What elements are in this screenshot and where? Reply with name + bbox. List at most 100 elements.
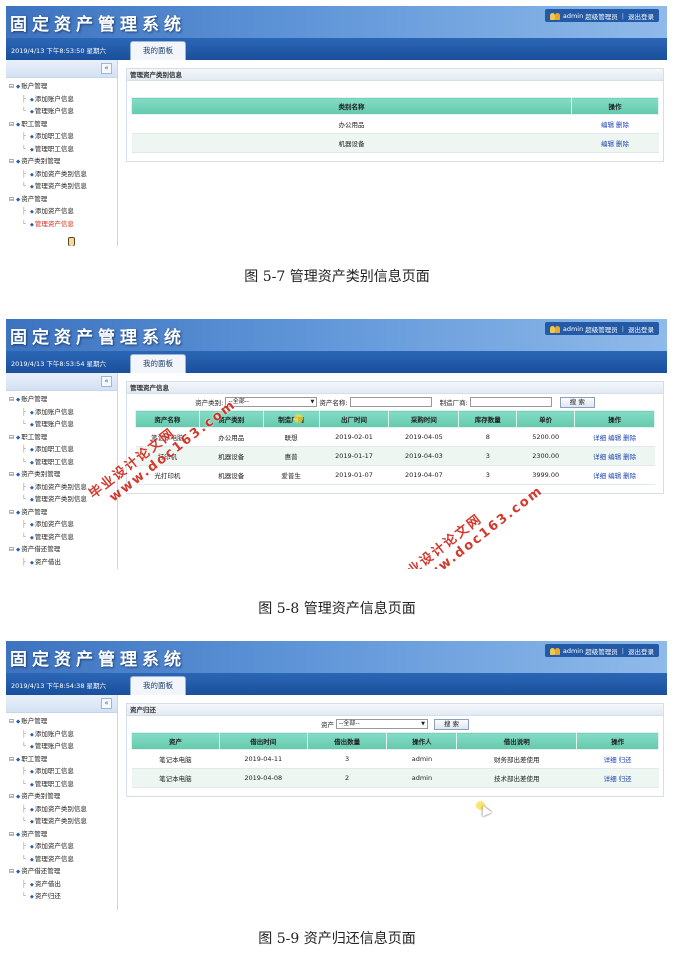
- sidebar-item[interactable]: ├ ◆资产借出: [6, 878, 117, 891]
- action-link[interactable]: 详细: [604, 756, 617, 764]
- collapse-icon[interactable]: «: [101, 63, 112, 74]
- edit-link[interactable]: 编辑: [601, 140, 614, 148]
- action-link[interactable]: 详细: [593, 453, 606, 461]
- system-title: 固定资产管理系统: [10, 15, 186, 35]
- name-input[interactable]: [349, 397, 432, 407]
- action-link[interactable]: 删除: [623, 434, 636, 442]
- diamond-icon: ◆: [30, 856, 34, 863]
- sidebar-item-label: 管理账户信息: [34, 107, 74, 115]
- asset-label: 资产: [320, 721, 334, 729]
- sidebar-tree: ⊟ ◆账户管理 ├ ◆添加账户信息 └ ◆管理账户信息 ⊟ ◆职工管理 ├ ◆添加职工信息 └ ◆管理…: [6, 713, 117, 903]
- category-select[interactable]: --全部-- ▼: [225, 397, 318, 407]
- table-cell: 2019-04-07: [388, 465, 459, 485]
- sidebar-item[interactable]: ├ ◆添加账户信息: [6, 406, 117, 419]
- sidebar-group[interactable]: ⊟ ◆账户管理: [6, 715, 117, 728]
- asset-select[interactable]: --全部-- ▼: [335, 719, 428, 729]
- user-name: admin: [562, 646, 584, 655]
- sidebar-item-label: 添加账户信息: [34, 407, 74, 416]
- sidebar-item[interactable]: └ ◆管理资产信息: [6, 853, 117, 866]
- delete-link[interactable]: 删除: [616, 121, 629, 129]
- sidebar: « ⊟ ◆账户管理 ├ ◆添加账户信息 └ ◆管理账户信息 ⊟ ◆职工管理 ├ ◆添加职工信息 └ ◆…: [6, 60, 118, 246]
- table-header: 借出数量: [306, 732, 388, 750]
- actions-cell: 详细 编辑 删除: [574, 446, 655, 466]
- diamond-icon: ◆: [16, 509, 21, 516]
- sidebar-item[interactable]: ├ ◆添加资产信息: [6, 518, 117, 531]
- sidebar-item[interactable]: └ ◆管理账户信息: [6, 740, 117, 753]
- sidebar-item-label: 管理资产类别信息: [34, 182, 87, 190]
- sidebar-group[interactable]: ⊟ ◆资产借还管理: [6, 865, 117, 878]
- tree-branch-icon: └: [22, 219, 26, 228]
- collapse-icon[interactable]: «: [101, 698, 112, 709]
- diamond-icon: ◆: [30, 497, 34, 503]
- tab-my-panel[interactable]: 我的面板: [130, 676, 186, 695]
- sidebar-item[interactable]: ├ ◆添加资产类别信息: [6, 803, 117, 816]
- sidebar-item[interactable]: └◆资产归还: [6, 890, 117, 903]
- action-link[interactable]: 归还: [619, 756, 632, 764]
- action-link[interactable]: 归还: [619, 775, 632, 783]
- action-link[interactable]: 编辑: [608, 453, 621, 461]
- edit-link[interactable]: 编辑: [601, 121, 614, 129]
- collapse-icon[interactable]: «: [101, 376, 112, 387]
- tab-my-panel[interactable]: 我的面板: [130, 41, 186, 60]
- sidebar-item[interactable]: ├ ◆添加职工信息: [6, 130, 117, 143]
- sidebar-item-label: 添加资产类别信息: [34, 804, 87, 813]
- sidebar-item[interactable]: └ ◆管理账户信息: [6, 105, 117, 118]
- users-icon: [549, 12, 560, 20]
- sidebar-item[interactable]: └◆资产归还: [6, 568, 117, 569]
- datetime: 2019/4/13 下午8:53:50 星期六: [11, 47, 107, 55]
- sidebar-item[interactable]: ├ ◆添加职工信息: [6, 443, 117, 456]
- sidebar-item[interactable]: └ ◆管理资产信息: [6, 531, 117, 544]
- sidebar-item-label: 管理资产信息: [34, 532, 74, 541]
- tree-branch-icon: └: [22, 568, 30, 569]
- search-button[interactable]: 搜 索: [433, 718, 470, 730]
- action-link[interactable]: 删除: [623, 453, 636, 461]
- sidebar-item[interactable]: └ ◆管理职工信息: [6, 456, 117, 469]
- header-banner: 固定资产管理系统 admin 超级管理员 | 退出登录: [6, 319, 667, 351]
- sidebar-item[interactable]: ├ ◆添加账户信息: [6, 93, 117, 106]
- search-bar: 资产 --全部-- ▼ 搜 索: [127, 716, 663, 732]
- logout-link[interactable]: 退出登录: [628, 324, 654, 334]
- diamond-icon: ◆: [30, 534, 34, 541]
- sidebar-item[interactable]: └ ◆管理资产类别信息: [6, 815, 117, 828]
- sidebar-item[interactable]: ├ ◆添加资产类别信息: [6, 168, 117, 181]
- action-link[interactable]: 删除: [623, 472, 636, 480]
- sidebar-group[interactable]: ⊟ ◆账户管理: [6, 80, 117, 93]
- sidebar-group[interactable]: ⊟ ◆资产借还管理: [6, 543, 117, 556]
- sidebar-item[interactable]: └ ◆管理职工信息: [6, 778, 117, 791]
- sidebar-item[interactable]: ├ ◆添加资产信息: [6, 840, 117, 853]
- sidebar-group[interactable]: ⊟ ◆资产类别管理: [6, 155, 117, 168]
- sidebar-item[interactable]: ├ ◆添加账户信息: [6, 728, 117, 741]
- action-link[interactable]: 详细: [604, 775, 617, 783]
- sidebar-item[interactable]: └ ◆管理资产信息: [6, 218, 117, 231]
- sidebar-group[interactable]: ⊟ ◆职工管理: [6, 118, 117, 131]
- sidebar-group[interactable]: ⊟ ◆职工管理: [6, 753, 117, 766]
- maker-input[interactable]: [469, 397, 552, 407]
- tab-my-panel[interactable]: 我的面板: [130, 354, 186, 373]
- sidebar-item[interactable]: └ ◆管理资产类别信息: [6, 180, 117, 193]
- table-cell: admin: [386, 768, 457, 788]
- user-name: admin: [562, 11, 584, 20]
- sidebar-group[interactable]: ⊟ ◆资产类别管理: [6, 790, 117, 803]
- logout-link[interactable]: 退出登录: [628, 646, 654, 656]
- sidebar-item[interactable]: └ ◆管理职工信息: [6, 143, 117, 156]
- tree-branch-icon: ├: [22, 729, 26, 738]
- sidebar-group[interactable]: ⊟ ◆账户管理: [6, 393, 117, 406]
- logout-link[interactable]: 退出登录: [628, 11, 654, 21]
- search-button[interactable]: 搜 索: [559, 396, 595, 408]
- delete-link[interactable]: 删除: [616, 140, 629, 148]
- sidebar-item[interactable]: ├ ◆添加职工信息: [6, 765, 117, 778]
- sidebar-item[interactable]: ├ ◆添加资产信息: [6, 205, 117, 218]
- diamond-icon: ◆: [16, 719, 21, 725]
- sidebar-group[interactable]: ⊟ ◆资产管理: [6, 193, 117, 206]
- sidebar-group[interactable]: ⊟ ◆职工管理: [6, 431, 117, 444]
- action-link[interactable]: 详细: [593, 472, 606, 480]
- sidebar-group[interactable]: ⊟ ◆资产管理: [6, 828, 117, 841]
- sidebar-item[interactable]: ├ ◆资产借出: [6, 556, 117, 569]
- action-link[interactable]: 编辑: [608, 434, 621, 442]
- diamond-icon: ◆: [30, 459, 34, 466]
- diamond-icon: ◆: [30, 894, 34, 900]
- sidebar-item[interactable]: └ ◆管理账户信息: [6, 418, 117, 431]
- header-banner: 固定资产管理系统 admin 超级管理员 | 退出登录: [6, 6, 667, 38]
- action-link[interactable]: 编辑: [608, 472, 621, 480]
- action-link[interactable]: 详细: [593, 434, 606, 442]
